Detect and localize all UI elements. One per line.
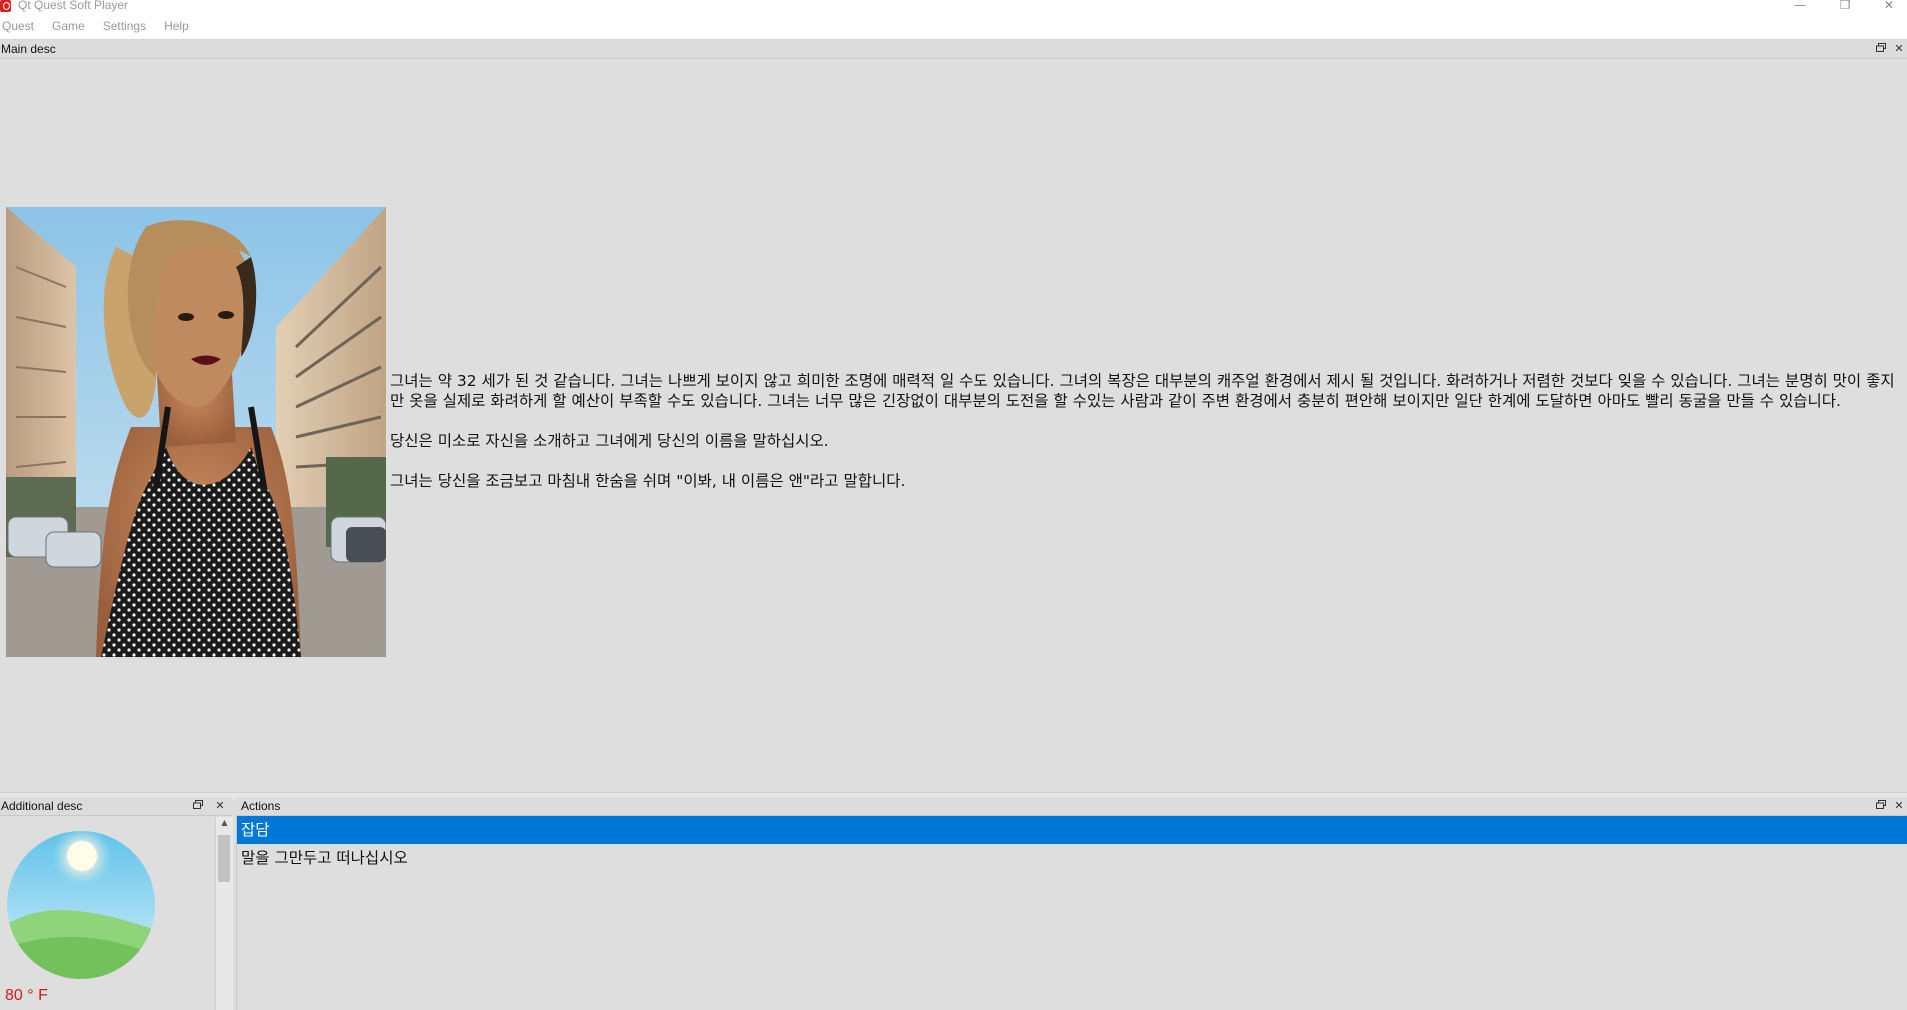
menu-quest[interactable]: Quest	[0, 14, 40, 39]
close-window-button[interactable]: ✕	[1874, 0, 1904, 13]
close-icon[interactable]: ✕	[213, 797, 227, 815]
float-icon[interactable]	[1874, 797, 1888, 815]
additional-desc-panel	[0, 816, 232, 1010]
title-bar: Qt Quest Soft Player — ❐ ✕	[0, 0, 1907, 14]
temperature-label: 80 ° F	[5, 987, 48, 1004]
close-icon[interactable]: ✕	[1892, 40, 1906, 58]
qt-app-icon	[0, 0, 11, 12]
main-desc-panel: 그녀는 약 32 세가 된 것 같습니다. 그녀는 나쁘게 보이지 않고 희미한…	[0, 59, 1907, 792]
actions-list: 잡담 말을 그만두고 떠나십시오	[236, 816, 1907, 1010]
float-icon[interactable]	[1874, 40, 1888, 58]
float-icon[interactable]	[191, 797, 205, 815]
minimize-button[interactable]: —	[1785, 0, 1815, 13]
main-description-text: 그녀는 약 32 세가 된 것 같습니다. 그녀는 나쁘게 보이지 않고 희미한…	[390, 371, 1900, 511]
scroll-up-icon[interactable]: ▲	[216, 817, 233, 829]
action-item-leave[interactable]: 말을 그만두고 떠나십시오	[237, 844, 1907, 872]
menu-settings[interactable]: Settings	[91, 14, 152, 39]
sunny-weather-icon	[6, 830, 156, 980]
menu-help[interactable]: Help	[152, 14, 195, 39]
restore-button[interactable]: ❐	[1830, 0, 1860, 13]
description-paragraph: 그녀는 당신을 조금보고 마침내 한숨을 쉬며 "이봐, 내 이름은 앤"라고 …	[390, 472, 906, 490]
description-paragraph: 당신은 미소로 자신을 소개하고 그녀에게 당신의 이름을 말하십시오.	[390, 432, 829, 450]
scroll-thumb[interactable]	[218, 835, 230, 882]
close-icon[interactable]: ✕	[1892, 797, 1906, 815]
actions-header: Actions ✕	[236, 797, 1907, 816]
additional-desc-header: Additional desc ✕	[0, 797, 232, 816]
menu-bar: Quest Game Settings Help	[0, 14, 1907, 40]
menu-game[interactable]: Game	[40, 14, 91, 39]
window-title: Qt Quest Soft Player	[18, 0, 129, 12]
description-paragraph: 그녀는 약 32 세가 된 것 같습니다. 그녀는 나쁘게 보이지 않고 희미한…	[390, 372, 1895, 410]
main-desc-title: Main desc	[1, 42, 56, 56]
additional-desc-title: Additional desc	[1, 799, 83, 813]
character-portrait	[6, 207, 386, 657]
additional-desc-scrollbar[interactable]: ▲	[215, 817, 233, 1010]
main-desc-header: Main desc ✕	[0, 40, 1907, 59]
action-item-chat[interactable]: 잡담	[237, 816, 1907, 844]
actions-title: Actions	[241, 799, 281, 813]
